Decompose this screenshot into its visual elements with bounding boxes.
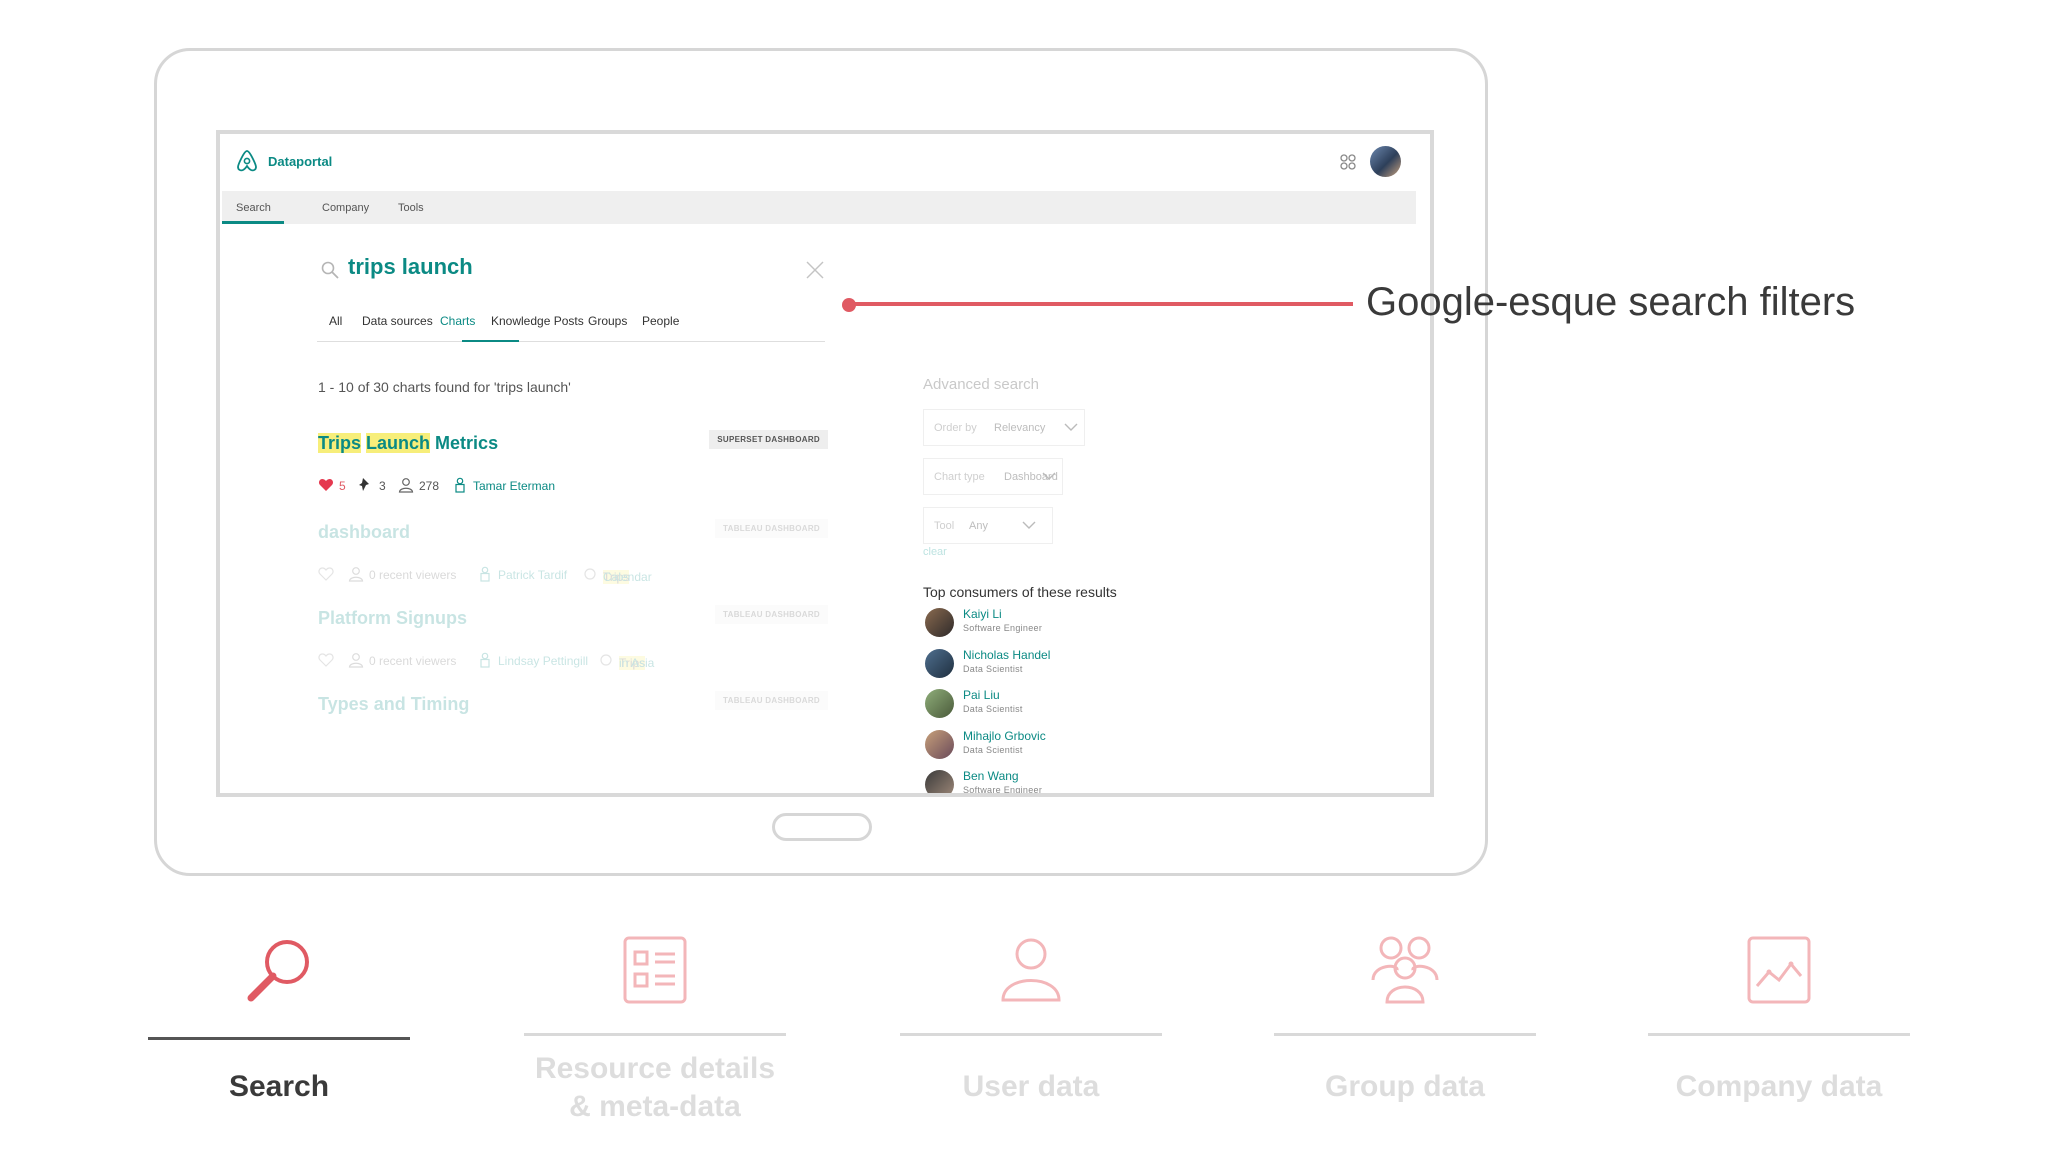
filter-tab-data-sources[interactable]: Data sources: [362, 314, 433, 328]
consumer-item[interactable]: Kaiyi Li Software Engineer: [923, 606, 1143, 638]
user-icon: [348, 653, 364, 668]
search-filter-tabs: All Data sources Charts Knowledge Posts …: [317, 314, 825, 342]
group-icon: [600, 654, 612, 666]
nav-item-search[interactable]: Search: [236, 202, 271, 214]
close-icon[interactable]: [805, 260, 825, 280]
owner-link[interactable]: Tamar Eterman: [473, 479, 555, 493]
consumer-item[interactable]: Mihajlo Grbovic Data Scientist: [923, 728, 1143, 760]
feature-label: Resource details: [534, 1052, 776, 1085]
owner-icon: [480, 566, 490, 582]
result-type-badge: SUPERSET DASHBOARD: [709, 430, 828, 449]
document-list-icon: [623, 936, 687, 1004]
chart-type-select[interactable]: Chart type Dashboard: [923, 458, 1063, 495]
consumer-item[interactable]: Nicholas Handel Data Scientist: [923, 647, 1143, 679]
group-icon: [584, 568, 596, 580]
avatar: [925, 730, 954, 759]
line-chart-icon: [1747, 936, 1811, 1004]
feature-label: User data: [962, 1070, 1100, 1103]
user-icon: [1001, 938, 1061, 1002]
callout-line: [849, 302, 1353, 306]
result-title[interactable]: Platform Signups: [318, 608, 467, 629]
slide: Dataportal Search Company Tools trips la…: [0, 0, 2048, 1152]
viewer-count: 0 recent viewers: [369, 654, 457, 668]
feature-underline: [900, 1033, 1162, 1036]
magnifier-icon: [247, 940, 309, 1002]
app-header: Dataportal: [220, 134, 1430, 191]
user-avatar[interactable]: [1370, 146, 1401, 177]
consumer-item[interactable]: Pai Liu Data Scientist: [923, 687, 1143, 719]
feature-label: Group data: [1324, 1070, 1485, 1103]
result-title[interactable]: Types and Timing: [318, 694, 469, 715]
feature-label: Search: [228, 1070, 330, 1103]
result-title[interactable]: dashboard: [318, 522, 410, 543]
owner-link[interactable]: Patrick Tardif: [498, 568, 567, 582]
star-count: 3: [379, 479, 386, 493]
viewer-count: 0 recent viewers: [369, 568, 457, 582]
results-count: 1 - 10 of 30 charts found for 'trips lau…: [318, 379, 571, 395]
search-input[interactable]: trips launch: [348, 254, 473, 280]
chevron-down-icon: [1022, 521, 1036, 529]
chevron-down-icon: [1064, 423, 1078, 431]
pin-icon[interactable]: [358, 477, 372, 493]
filter-tab-charts[interactable]: Charts: [440, 314, 475, 328]
search-icon: [321, 261, 339, 279]
owner-link[interactable]: Lindsay Pettingill: [498, 654, 588, 668]
avatar: [925, 608, 954, 637]
main-nav: Search Company Tools: [222, 191, 1416, 224]
feature-underline: [1274, 1033, 1536, 1036]
tool-select[interactable]: Tool Any: [923, 507, 1053, 544]
heart-outline-icon[interactable]: [318, 652, 334, 668]
user-icon: [398, 478, 414, 493]
nav-item-company[interactable]: Company: [322, 202, 369, 214]
app-screen: Dataportal Search Company Tools trips la…: [216, 130, 1434, 797]
feature-label: Company data: [1675, 1070, 1883, 1103]
filter-tab-knowledge-posts[interactable]: Knowledge Posts: [491, 314, 584, 328]
chevron-down-icon: [1042, 472, 1056, 480]
order-by-select[interactable]: Order by Relevancy: [923, 409, 1085, 446]
consumer-item[interactable]: Ben Wang Software Engineer: [923, 768, 1143, 793]
feature-label-line2: & meta-data: [569, 1090, 741, 1123]
filter-tab-all[interactable]: All: [329, 314, 342, 328]
groups-icon[interactable]: [1337, 152, 1359, 174]
clear-filters-link[interactable]: clear: [923, 546, 947, 558]
tablet-home-button: [772, 813, 872, 841]
filter-tab-groups[interactable]: Groups: [588, 314, 627, 328]
heart-outline-icon[interactable]: [318, 566, 334, 582]
top-consumers-title: Top consumers of these results: [923, 584, 1117, 600]
callout-label: Google-esque search filters: [1366, 280, 1856, 324]
group-icon: [1371, 936, 1439, 1004]
nav-item-tools[interactable]: Tools: [398, 202, 424, 214]
viewer-count: 278: [419, 479, 440, 493]
result-title[interactable]: Trips Launch Metrics: [318, 433, 498, 454]
like-count: 5: [339, 479, 346, 493]
advanced-search-title: Advanced search: [923, 376, 1039, 393]
heart-icon[interactable]: [318, 477, 334, 493]
feature-underline: [524, 1033, 786, 1036]
feature-underline: [1648, 1033, 1910, 1036]
avatar: [925, 649, 954, 678]
airbnb-logo-icon[interactable]: [234, 148, 260, 174]
avatar: [925, 689, 954, 718]
filter-tab-people[interactable]: People: [642, 314, 679, 328]
result-type-badge: TABLEAU DASHBOARD: [715, 691, 828, 710]
result-type-badge: TABLEAU DASHBOARD: [715, 605, 828, 624]
avatar: [925, 770, 954, 793]
feature-underline: [148, 1037, 410, 1040]
filter-active-indicator: [462, 340, 519, 342]
user-icon: [348, 567, 364, 582]
result-type-badge: TABLEAU DASHBOARD: [715, 519, 828, 538]
owner-icon: [480, 652, 490, 668]
tablet-frame: Dataportal Search Company Tools trips la…: [154, 48, 1488, 876]
brand-name[interactable]: Dataportal: [268, 154, 332, 169]
nav-active-indicator: [222, 221, 284, 224]
owner-icon: [455, 477, 465, 493]
